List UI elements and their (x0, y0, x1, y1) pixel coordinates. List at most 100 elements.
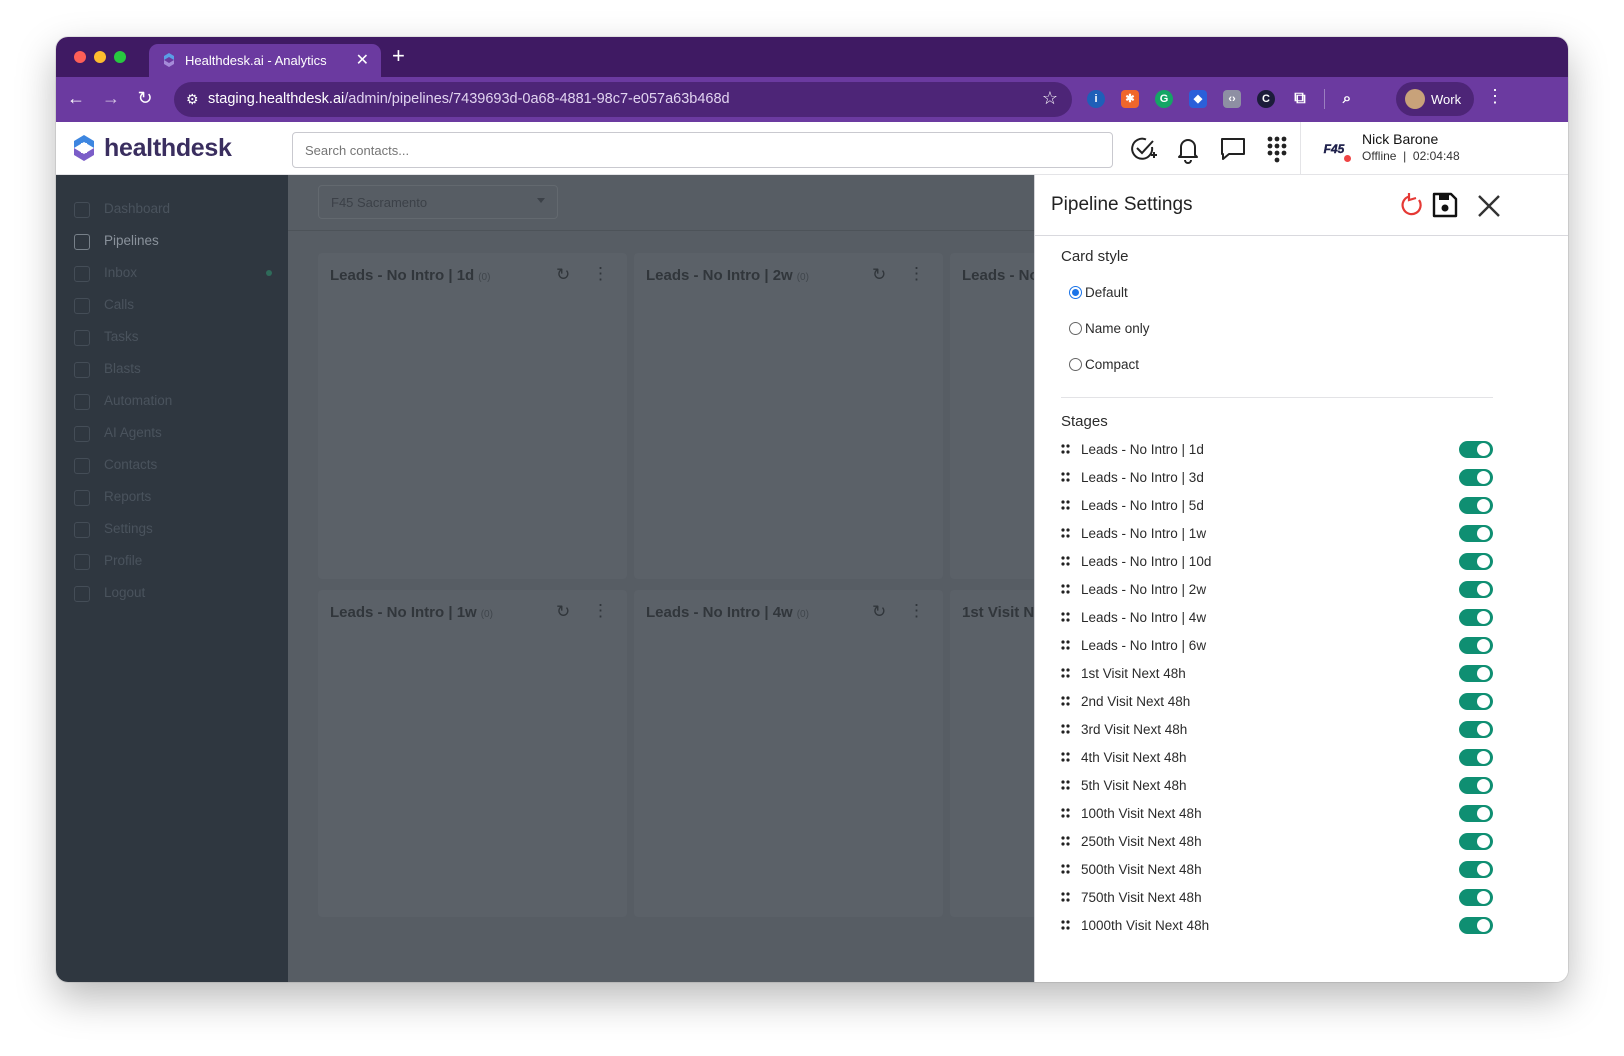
sidebar-item-tasks[interactable]: Tasks (74, 327, 274, 349)
column-menu-icon[interactable]: ⋮ (908, 264, 925, 284)
column-menu-icon[interactable]: ⋮ (592, 264, 609, 284)
column-menu-icon[interactable]: ⋮ (592, 601, 609, 621)
translate-extension-icon[interactable]: ◆ (1189, 90, 1207, 108)
stage-toggle[interactable] (1459, 721, 1493, 738)
url-text: staging.healthdesk.ai/admin/pipelines/74… (208, 91, 730, 107)
save-icon[interactable] (1431, 191, 1459, 219)
bookmark-star-icon[interactable]: ☆ (1042, 88, 1058, 109)
sidebar-item-contacts[interactable]: Contacts (74, 455, 274, 477)
site-settings-icon[interactable]: ⚙ (186, 91, 199, 108)
sidebar-item-settings[interactable]: Settings (74, 519, 274, 541)
drag-handle-icon[interactable] (1061, 722, 1071, 736)
stage-row: 1st Visit Next 48h (1061, 663, 1501, 685)
user-name[interactable]: Nick Barone (1362, 131, 1438, 147)
bell-icon[interactable] (1173, 134, 1203, 164)
sidebar-item-automation[interactable]: Automation (74, 391, 274, 413)
drag-handle-icon[interactable] (1061, 778, 1071, 792)
radio-circle[interactable] (1069, 358, 1082, 371)
close-window-button[interactable] (74, 51, 86, 63)
close-tab-icon[interactable]: ✕ (356, 50, 369, 70)
stage-toggle[interactable] (1459, 749, 1493, 766)
column-count: (0) (796, 609, 809, 620)
refresh-icon[interactable]: ↻ (556, 265, 570, 285)
stage-toggle[interactable] (1459, 637, 1493, 654)
search-contacts-input[interactable] (292, 132, 1113, 168)
drag-handle-icon[interactable] (1061, 498, 1071, 512)
drag-handle-icon[interactable] (1061, 554, 1071, 568)
browser-tab[interactable]: Healthdesk.ai - Analytics ✕ (149, 44, 381, 77)
stage-row: Leads - No Intro | 5d (1061, 495, 1501, 517)
drag-handle-icon[interactable] (1061, 610, 1071, 624)
chevron-down-icon (537, 198, 545, 203)
stage-toggle[interactable] (1459, 469, 1493, 486)
stage-toggle[interactable] (1459, 581, 1493, 598)
stage-toggle[interactable] (1459, 777, 1493, 794)
drag-handle-icon[interactable] (1061, 862, 1071, 876)
sidebar-item-dashboard[interactable]: Dashboard (74, 199, 274, 221)
sidebar-item-pipelines[interactable]: Pipelines (74, 231, 274, 253)
stage-toggle[interactable] (1459, 525, 1493, 542)
sidebar-item-inbox[interactable]: Inbox (74, 263, 274, 285)
sidebar-item-ai-agents[interactable]: AI Agents (74, 423, 274, 445)
refresh-icon[interactable]: ↻ (872, 602, 886, 622)
refresh-icon[interactable]: ↻ (556, 602, 570, 622)
close-icon[interactable] (1475, 192, 1503, 220)
drag-handle-icon[interactable] (1061, 750, 1071, 764)
drag-handle-icon[interactable] (1061, 918, 1071, 932)
location-select[interactable]: F45 Sacramento (318, 185, 558, 219)
minimize-window-button[interactable] (94, 51, 106, 63)
reload-icon[interactable]: ↻ (134, 88, 156, 109)
password-extension-icon[interactable]: i (1087, 90, 1105, 108)
profile-button[interactable]: Work (1396, 82, 1474, 116)
task-check-icon[interactable] (1128, 134, 1158, 164)
radio-circle[interactable] (1069, 322, 1082, 335)
dialpad-icon[interactable] (1262, 134, 1292, 164)
grammarly-extension-icon[interactable]: G (1155, 90, 1173, 108)
sidebar-item-profile[interactable]: Profile (74, 551, 274, 573)
new-tab-button[interactable]: + (392, 43, 405, 69)
drag-handle-icon[interactable] (1061, 442, 1071, 456)
refresh-icon[interactable]: ↻ (872, 265, 886, 285)
stage-toggle[interactable] (1459, 441, 1493, 458)
stage-toggle[interactable] (1459, 833, 1493, 850)
maximize-window-button[interactable] (114, 51, 126, 63)
tab-search-icon[interactable]: ⌕ (1338, 90, 1356, 108)
stage-toggle[interactable] (1459, 665, 1493, 682)
back-arrow-icon[interactable]: ← (65, 88, 87, 109)
stage-toggle[interactable] (1459, 553, 1493, 570)
sidebar-item-label: Automation (104, 393, 173, 408)
drag-handle-icon[interactable] (1061, 694, 1071, 708)
stage-toggle[interactable] (1459, 693, 1493, 710)
drag-handle-icon[interactable] (1061, 582, 1071, 596)
sidebar-item-logout[interactable]: Logout (74, 583, 274, 605)
drag-handle-icon[interactable] (1061, 638, 1071, 652)
hubspot-extension-icon[interactable]: ✱ (1121, 90, 1139, 108)
radio-circle[interactable] (1069, 286, 1082, 299)
drag-handle-icon[interactable] (1061, 890, 1071, 904)
stage-toggle[interactable] (1459, 889, 1493, 906)
c-extension-icon[interactable]: C (1257, 90, 1275, 108)
stage-toggle[interactable] (1459, 917, 1493, 934)
devtools-extension-icon[interactable]: ‹› (1223, 90, 1241, 108)
stage-toggle[interactable] (1459, 609, 1493, 626)
stage-toggle[interactable] (1459, 861, 1493, 878)
stage-toggle[interactable] (1459, 805, 1493, 822)
sidebar-item-reports[interactable]: Reports (74, 487, 274, 509)
forward-arrow-icon[interactable]: → (100, 88, 122, 109)
sidebar-item-blasts[interactable]: Blasts (74, 359, 274, 381)
stage-name: 2nd Visit Next 48h (1081, 694, 1191, 709)
sidebar-item-calls[interactable]: Calls (74, 295, 274, 317)
drag-handle-icon[interactable] (1061, 526, 1071, 540)
stage-toggle[interactable] (1459, 497, 1493, 514)
drag-handle-icon[interactable] (1061, 806, 1071, 820)
chat-icon[interactable] (1218, 134, 1248, 164)
column-menu-icon[interactable]: ⋮ (908, 601, 925, 621)
address-bar[interactable]: ⚙ staging.healthdesk.ai/admin/pipelines/… (174, 82, 1072, 117)
extensions-puzzle-icon[interactable]: ⧉ (1291, 90, 1309, 108)
drag-handle-icon[interactable] (1061, 834, 1071, 848)
drag-handle-icon[interactable] (1061, 470, 1071, 484)
drag-handle-icon[interactable] (1061, 666, 1071, 680)
reset-icon[interactable] (1399, 192, 1425, 218)
browser-menu-icon[interactable]: ⋮ (1486, 86, 1504, 107)
pipeline-column: Leads - No Intro | 1d (0) ↻ ⋮ (318, 253, 627, 579)
